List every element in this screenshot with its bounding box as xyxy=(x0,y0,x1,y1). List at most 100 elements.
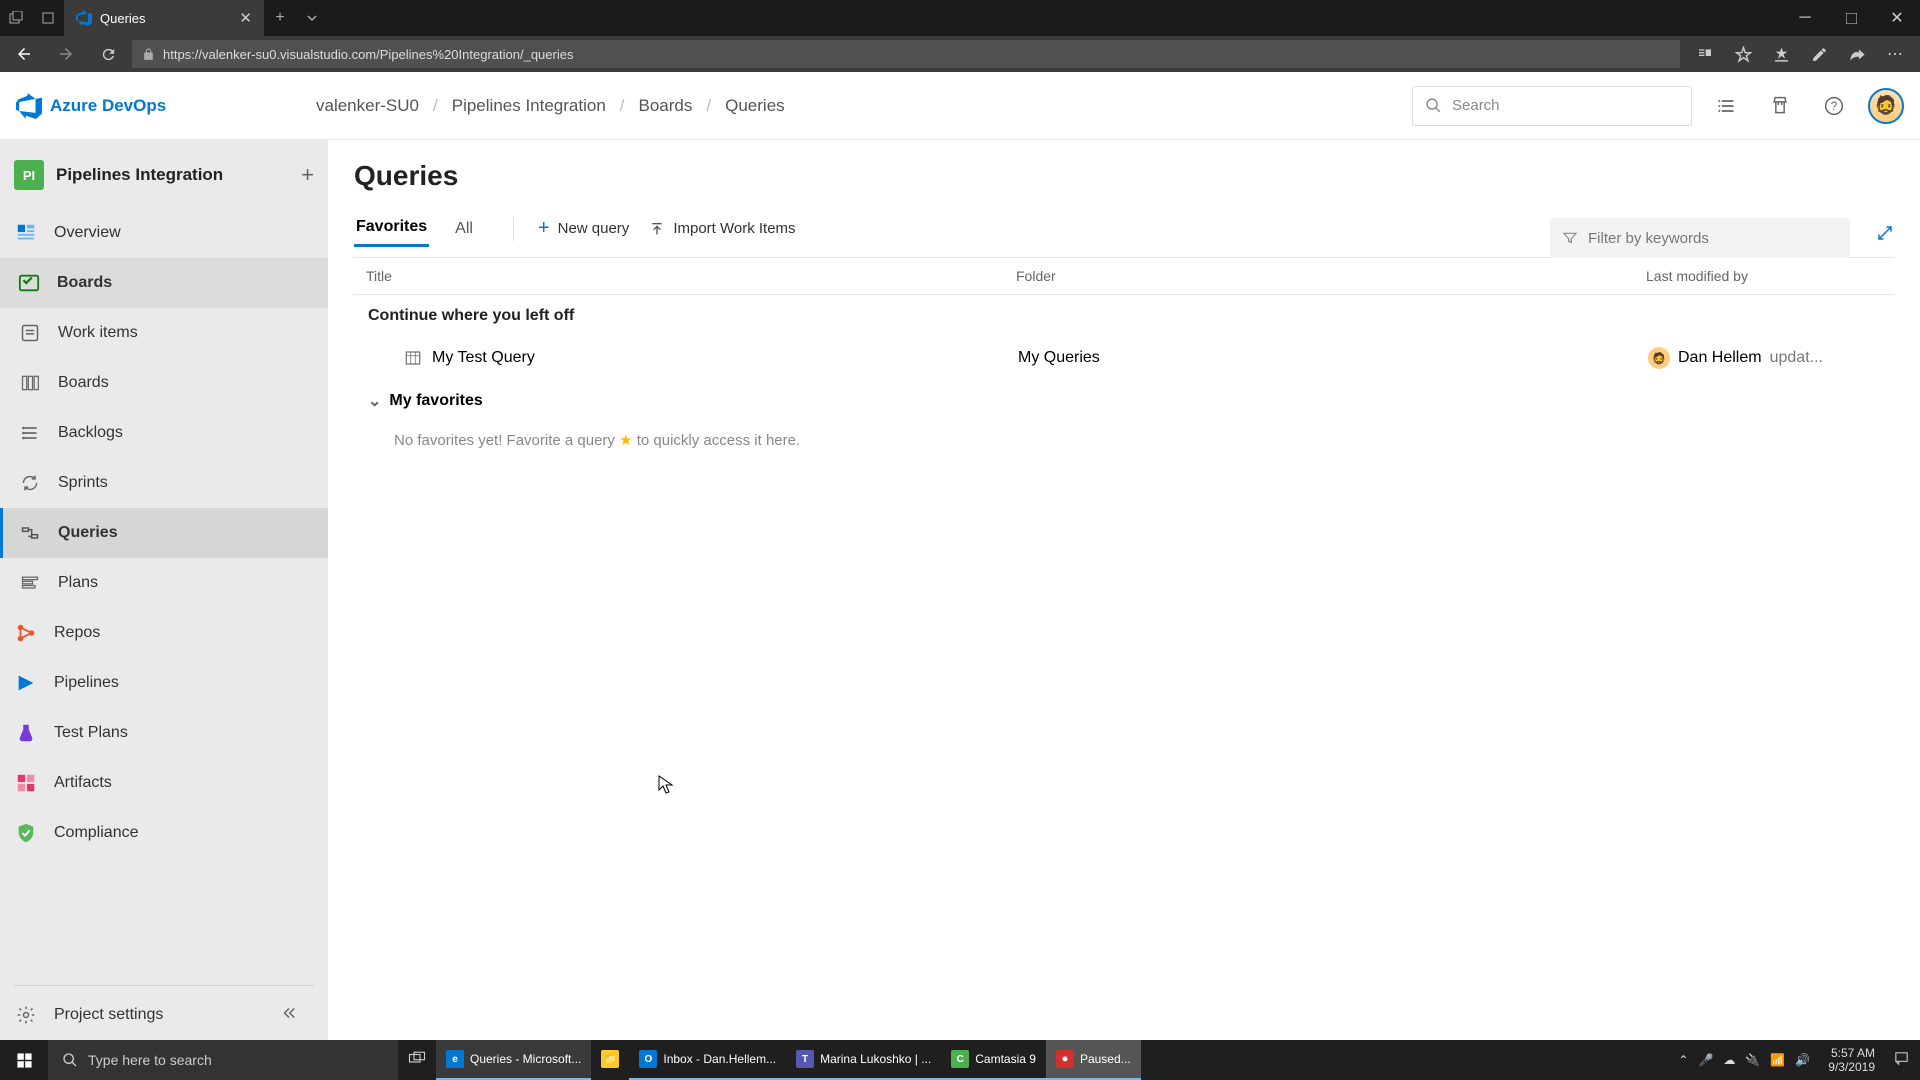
collapse-sidebar-icon[interactable] xyxy=(280,1004,314,1027)
breadcrumb-org[interactable]: valenker-SU0 xyxy=(316,96,419,116)
favorites-list-icon[interactable] xyxy=(1762,36,1800,72)
sidebar-item-pipelines[interactable]: Pipelines xyxy=(0,658,328,708)
sidebar-item-overview[interactable]: Overview xyxy=(0,208,328,258)
query-name: My Test Query xyxy=(432,349,535,367)
user-avatar-small: 🧔 xyxy=(1648,347,1670,369)
search-input[interactable]: Search xyxy=(1412,86,1692,126)
favorite-star-icon[interactable] xyxy=(1724,36,1762,72)
queries-icon xyxy=(18,521,42,545)
sidebar-item-artifacts[interactable]: Artifacts xyxy=(0,758,328,808)
marketplace-icon[interactable] xyxy=(1760,86,1800,126)
sidebar-item-compliance[interactable]: Compliance xyxy=(0,808,328,858)
tray-onedrive-icon[interactable]: ☁ xyxy=(1723,1053,1735,1067)
window-close-button[interactable]: ✕ xyxy=(1874,0,1920,36)
expand-fullscreen-icon[interactable] xyxy=(1876,224,1894,247)
board-icon xyxy=(18,371,42,395)
browser-tab[interactable]: Queries ✕ xyxy=(64,0,264,36)
breadcrumb-project[interactable]: Pipelines Integration xyxy=(452,96,606,116)
new-tab-button[interactable]: + xyxy=(264,9,296,27)
task-view-button[interactable] xyxy=(398,1040,436,1080)
chevron-down-icon: ⌄ xyxy=(368,391,381,411)
taskbar-item-recorder[interactable]: ⏺Paused... xyxy=(1046,1040,1141,1080)
work-items-icon xyxy=(18,321,42,345)
empty-favorites-message: No favorites yet! Favorite a query ★ to … xyxy=(354,423,1894,457)
project-name: Pipelines Integration xyxy=(56,165,223,185)
tray-volume-icon[interactable]: 🔊 xyxy=(1795,1053,1810,1067)
project-selector[interactable]: PI Pipelines Integration + xyxy=(0,148,328,208)
breadcrumb: valenker-SU0 / Pipelines Integration / B… xyxy=(316,96,785,116)
tray-notifications-icon[interactable] xyxy=(1893,1050,1910,1070)
project-badge: PI xyxy=(14,160,44,190)
breadcrumb-area[interactable]: Boards xyxy=(639,96,693,116)
repos-icon xyxy=(14,621,38,645)
taskbar-item-camtasia[interactable]: CCamtasia 9 xyxy=(941,1040,1046,1080)
share-icon[interactable] xyxy=(1838,36,1876,72)
tray-wifi-icon[interactable]: 📶 xyxy=(1770,1053,1785,1067)
close-tab-icon[interactable]: ✕ xyxy=(239,9,252,27)
tab-set-aside-icon[interactable] xyxy=(32,0,64,36)
help-icon[interactable]: ? xyxy=(1814,86,1854,126)
search-icon xyxy=(1425,97,1442,114)
sidebar-item-boards-sub[interactable]: Boards xyxy=(0,358,328,408)
column-folder[interactable]: Folder xyxy=(1016,268,1646,284)
taskbar-item-edge[interactable]: eQueries - Microsoft... xyxy=(436,1040,591,1080)
import-work-items-button[interactable]: Import Work Items xyxy=(639,214,805,243)
svg-text:?: ? xyxy=(1831,100,1838,113)
tab-favorites[interactable]: Favorites xyxy=(354,210,429,247)
query-row[interactable]: My Test Query My Queries 🧔 Dan Hellem up… xyxy=(354,337,1894,379)
notes-icon[interactable] xyxy=(1800,36,1838,72)
sidebar-item-work-items[interactable]: Work items xyxy=(0,308,328,358)
azure-devops-icon xyxy=(76,10,92,26)
back-button[interactable] xyxy=(6,36,42,72)
overview-icon xyxy=(14,221,38,245)
sidebar-item-boards[interactable]: Boards xyxy=(0,258,328,308)
new-item-button[interactable]: + xyxy=(301,162,314,188)
column-title[interactable]: Title xyxy=(366,268,1016,284)
sidebar-item-test-plans[interactable]: Test Plans xyxy=(0,708,328,758)
boards-icon xyxy=(17,271,41,295)
tray-clock[interactable]: 5:57 AM 9/3/2019 xyxy=(1820,1046,1883,1075)
taskbar-item-teams[interactable]: TMarina Lukoshko | ... xyxy=(786,1040,941,1080)
taskbar-search[interactable]: Type here to search xyxy=(48,1040,398,1080)
lock-icon xyxy=(142,48,155,61)
search-icon xyxy=(62,1052,78,1068)
forward-button[interactable] xyxy=(48,36,84,72)
address-bar[interactable]: https://valenker-su0.visualstudio.com/Pi… xyxy=(132,40,1680,68)
grid-header: Title Folder Last modified by xyxy=(354,257,1894,295)
breadcrumb-page[interactable]: Queries xyxy=(725,96,785,116)
tab-chevron-icon[interactable] xyxy=(296,0,328,36)
azure-devops-logo[interactable]: Azure DevOps xyxy=(16,93,306,119)
product-name: Azure DevOps xyxy=(50,96,166,116)
start-button[interactable] xyxy=(0,1040,48,1080)
tab-all[interactable]: All xyxy=(453,212,475,246)
project-settings-button[interactable]: Project settings xyxy=(0,990,328,1040)
column-modified[interactable]: Last modified by xyxy=(1646,268,1882,284)
compliance-icon xyxy=(14,821,38,845)
sidebar-item-sprints[interactable]: Sprints xyxy=(0,458,328,508)
user-avatar[interactable]: 🧔 xyxy=(1868,88,1904,124)
sidebar-item-repos[interactable]: Repos xyxy=(0,608,328,658)
taskbar-item-explorer[interactable]: 📁 xyxy=(591,1040,629,1080)
plans-icon xyxy=(18,571,42,595)
tray-chevron-icon[interactable]: ⌃ xyxy=(1678,1053,1688,1067)
plus-icon: + xyxy=(538,217,550,240)
tray-mic-icon[interactable]: 🎤 xyxy=(1698,1053,1713,1067)
sidebar-item-queries[interactable]: Queries xyxy=(0,508,328,558)
refresh-button[interactable] xyxy=(90,36,126,72)
more-icon[interactable]: ⋯ xyxy=(1876,36,1914,72)
system-tray[interactable]: ⌃ 🎤 ☁ 🔌 📶 🔊 5:57 AM 9/3/2019 xyxy=(1668,1046,1920,1075)
taskbar-item-outlook[interactable]: OInbox - Dan.Hellem... xyxy=(629,1040,786,1080)
tray-power-icon[interactable]: 🔌 xyxy=(1745,1053,1760,1067)
favorites-section-header[interactable]: ⌄ My favorites xyxy=(354,379,1894,423)
sidebar-item-backlogs[interactable]: Backlogs xyxy=(0,408,328,458)
artifacts-icon xyxy=(14,771,38,795)
reading-view-icon[interactable] xyxy=(1686,36,1724,72)
tab-actions-icon[interactable] xyxy=(0,0,32,36)
window-maximize-button[interactable] xyxy=(1828,0,1874,36)
sidebar-item-plans[interactable]: Plans xyxy=(0,558,328,608)
window-minimize-button[interactable]: ─ xyxy=(1782,0,1828,36)
filter-input[interactable]: Filter by keywords xyxy=(1550,218,1850,258)
modified-by-name: Dan Hellem xyxy=(1678,349,1762,367)
new-query-button[interactable]: + New query xyxy=(528,211,639,246)
work-items-icon[interactable] xyxy=(1706,86,1746,126)
